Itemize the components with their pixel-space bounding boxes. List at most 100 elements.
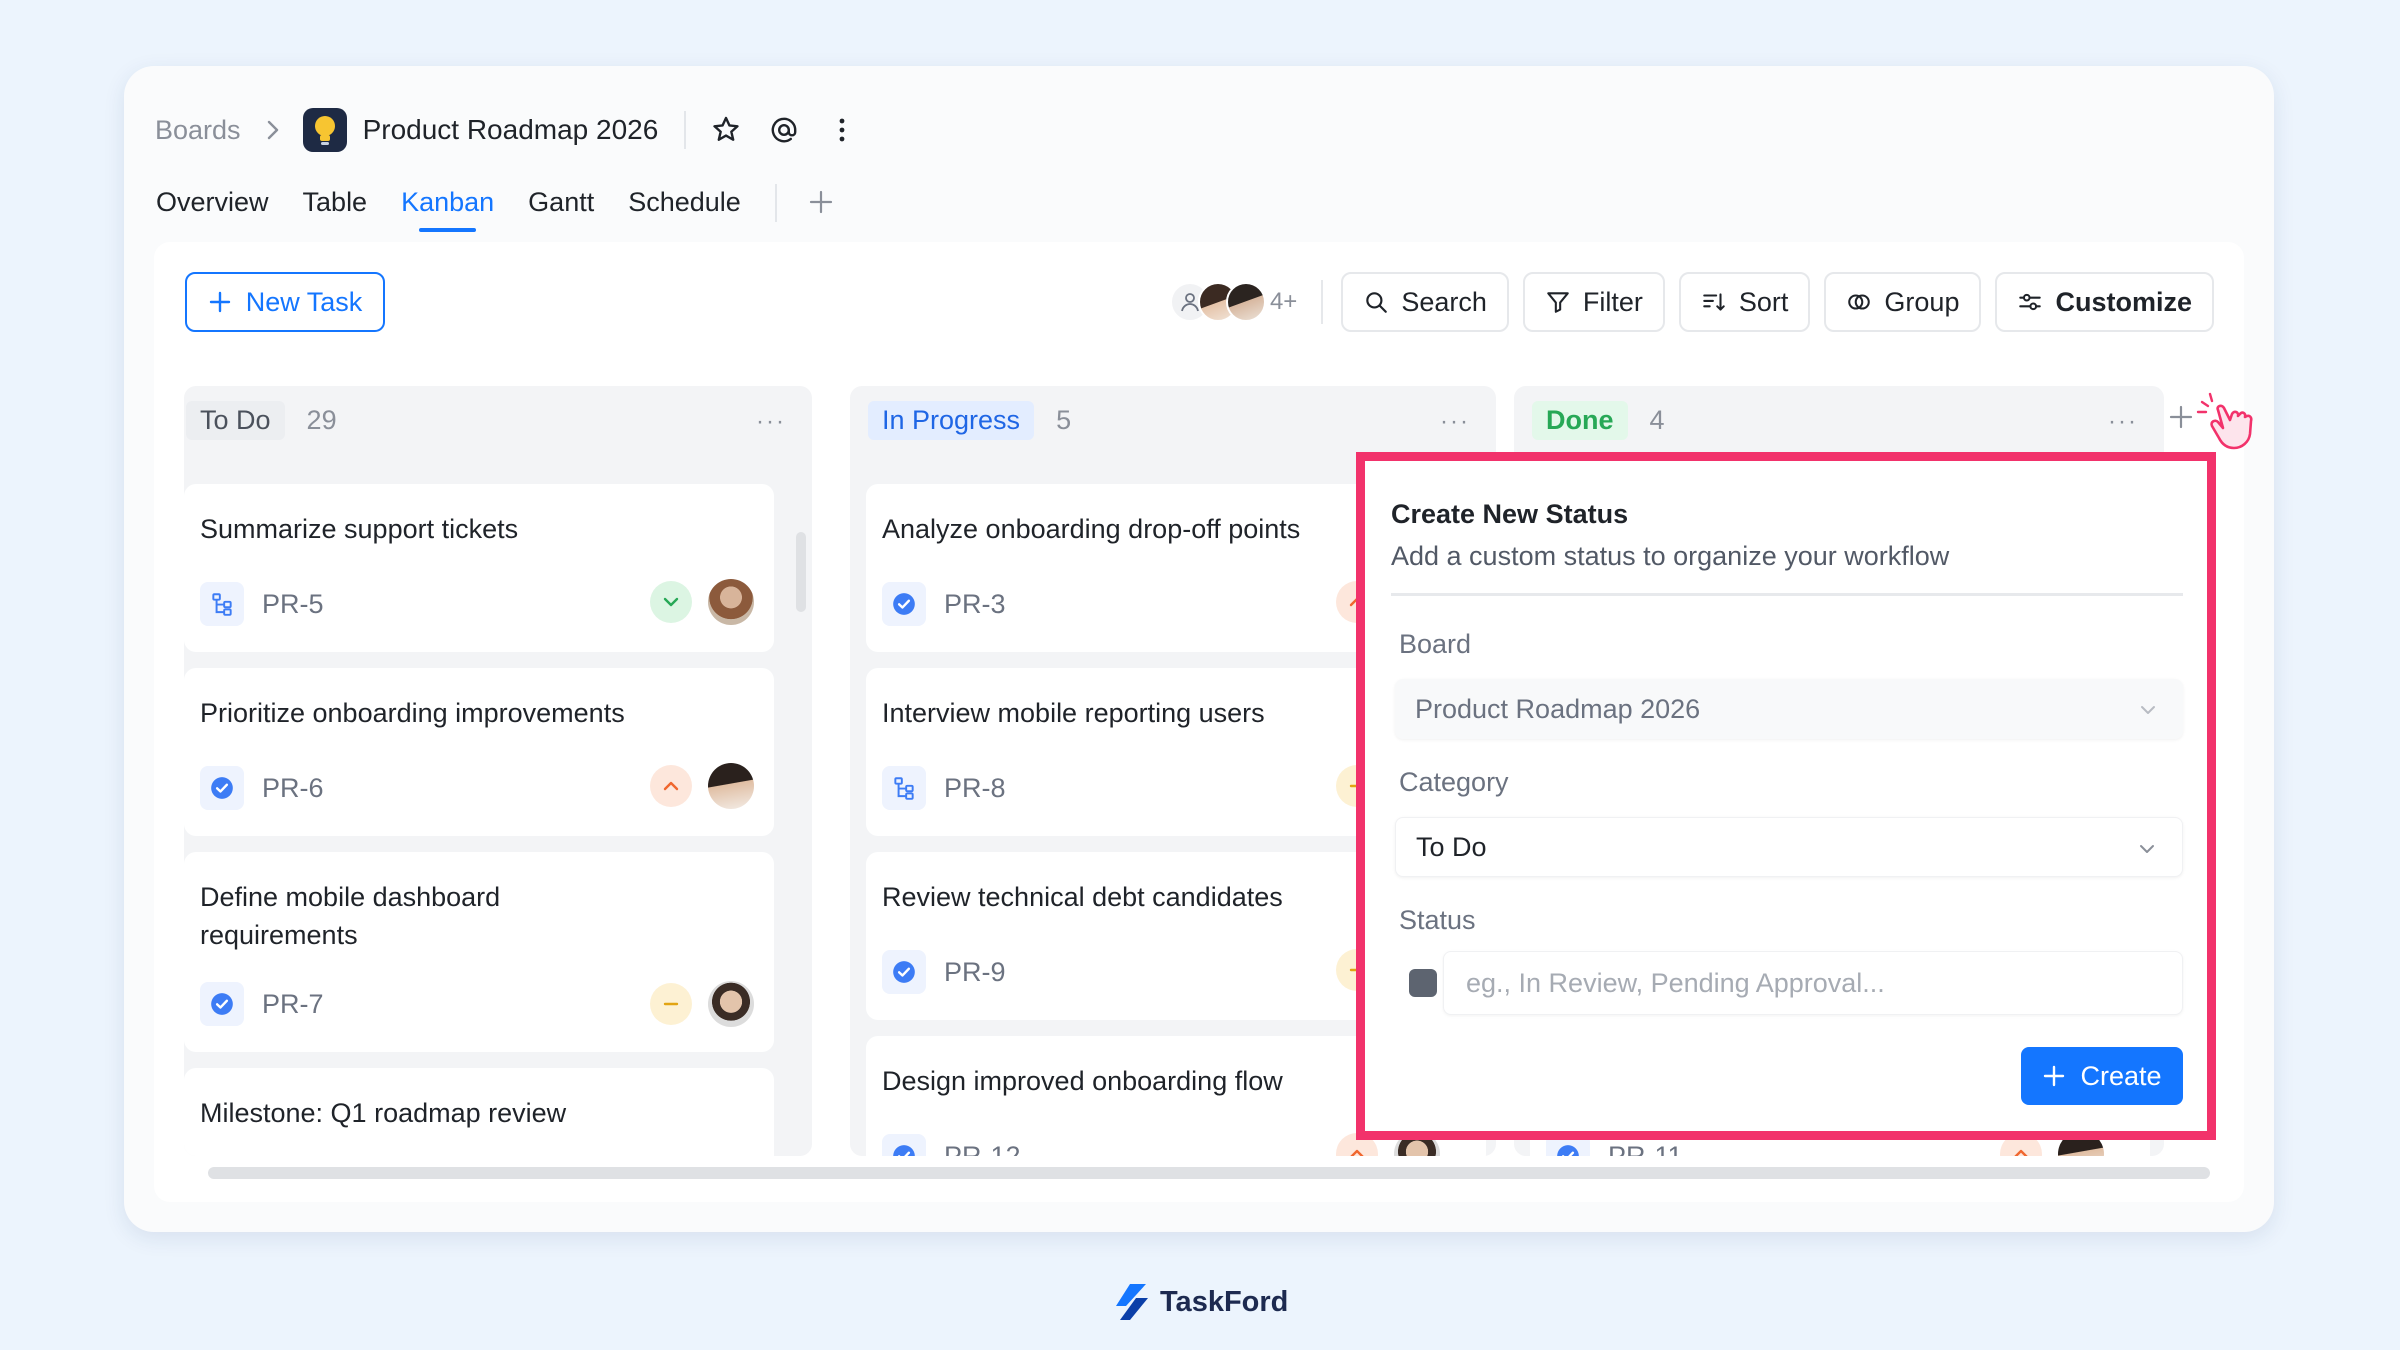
brand-footer: TaskFord <box>1112 1280 1288 1324</box>
plus-icon <box>2169 405 2193 429</box>
new-task-button[interactable]: New Task <box>185 272 385 332</box>
breadcrumb-boards[interactable]: Boards <box>155 115 241 146</box>
status-color-swatch[interactable] <box>1409 969 1437 997</box>
more-horizontal-icon[interactable]: ··· <box>2108 408 2138 436</box>
task-check-icon <box>882 950 926 994</box>
task-card[interactable]: Define mobile dashboard requirements PR-… <box>184 852 774 1052</box>
star-icon[interactable] <box>708 112 744 148</box>
more-vertical-icon[interactable] <box>824 112 860 148</box>
status-name-placeholder: eg., In Review, Pending Approval... <box>1466 967 1885 998</box>
card-footer: PR-9 <box>882 950 1006 994</box>
column-todo: To Do 29 ··· Summarize support tickets P… <box>184 386 812 1156</box>
priority-medium-icon[interactable] <box>650 983 692 1025</box>
assignee-avatar[interactable] <box>708 981 754 1027</box>
taskford-logo-icon <box>1116 1284 1148 1320</box>
filter-button[interactable]: Filter <box>1522 272 1665 332</box>
card-title: Review technical debt candidates <box>882 882 1283 912</box>
card-title: Define mobile dashboard requirements <box>200 882 501 950</box>
status-name-input[interactable]: eg., In Review, Pending Approval... <box>1443 951 2183 1015</box>
group-label: Group <box>1884 286 1960 317</box>
task-card[interactable]: Summarize support tickets PR-5 <box>184 484 774 652</box>
card-title: Milestone: Q1 roadmap review <box>200 1098 567 1128</box>
at-sign-icon[interactable] <box>766 112 802 148</box>
toolbar-divider <box>1321 280 1324 324</box>
column-header: Done 4 ··· <box>1514 386 2164 454</box>
task-id: PR-11 <box>1608 1140 1683 1157</box>
tabs-divider <box>774 184 777 222</box>
dialog-subtitle: Add a custom status to organize your wor… <box>1391 541 1950 571</box>
customize-label: Customize <box>2055 286 2192 317</box>
group-button[interactable]: Group <box>1824 272 1982 332</box>
search-button[interactable]: Search <box>1341 272 1509 332</box>
customize-button[interactable]: Customize <box>1995 272 2214 332</box>
chevron-down-icon <box>2140 845 2154 853</box>
board-title: Product Roadmap 2026 <box>362 114 659 145</box>
new-task-label: New Task <box>245 286 363 317</box>
task-id: PR-7 <box>262 988 324 1019</box>
task-check-icon <box>200 766 244 810</box>
add-view-icon[interactable] <box>801 182 841 222</box>
more-members-count[interactable]: 4+ <box>1270 288 1297 316</box>
sort-button[interactable]: Sort <box>1678 272 1811 332</box>
create-status-button[interactable]: Create <box>2021 1047 2183 1105</box>
column-count: 5 <box>1056 404 1072 435</box>
view-tabs: Overview Table Kanban Gantt Schedule <box>156 182 841 232</box>
column-scrollbar[interactable] <box>796 532 806 612</box>
status-pill[interactable]: Done <box>1532 400 1628 440</box>
card-title: Interview mobile reporting users <box>882 698 1265 728</box>
dialog-divider <box>1391 593 2183 596</box>
card-footer: PR-6 <box>200 766 324 810</box>
category-select[interactable]: To Do <box>1395 817 2183 877</box>
sort-icon <box>1703 293 1725 311</box>
group-icon <box>1848 294 1871 310</box>
status-pill[interactable]: To Do <box>186 400 285 440</box>
chevron-down-icon <box>2141 706 2155 714</box>
search-label: Search <box>1401 286 1487 317</box>
tab-schedule[interactable]: Schedule <box>628 182 741 232</box>
board-select[interactable]: Product Roadmap 2026 <box>1395 679 2183 739</box>
priority-high-icon[interactable] <box>650 765 692 807</box>
header-bar: Boards Product Roadmap 2026 <box>155 100 882 160</box>
task-id: PR-3 <box>944 588 1006 619</box>
status-pill[interactable]: In Progress <box>868 400 1035 440</box>
board-select-value: Product Roadmap 2026 <box>1415 693 1701 724</box>
tab-kanban[interactable]: Kanban <box>401 182 494 232</box>
tab-gantt[interactable]: Gantt <box>528 182 594 232</box>
priority-low-icon[interactable] <box>650 581 692 623</box>
task-check-icon <box>882 1134 926 1156</box>
card-footer: PR-5 <box>200 582 324 626</box>
add-status-button[interactable] <box>2162 388 2262 458</box>
card-footer: PR-12 <box>882 1134 1021 1156</box>
category-select-value: To Do <box>1416 831 1487 862</box>
task-check-icon <box>200 982 244 1026</box>
task-card[interactable]: Milestone: Q1 roadmap review <box>184 1068 774 1156</box>
column-count: 4 <box>1649 404 1665 435</box>
card-title: Design improved onboarding flow <box>882 1066 1283 1096</box>
sort-label: Sort <box>1738 286 1789 317</box>
task-id: PR-12 <box>944 1140 1021 1157</box>
dialog-title: Create New Status <box>1391 499 1629 529</box>
subtask-icon <box>200 582 244 626</box>
tab-overview[interactable]: Overview <box>156 182 269 232</box>
board-toolbar: 4+ Search Filter Sort Group Customize <box>1169 272 2214 332</box>
avatar <box>1225 282 1266 322</box>
subtask-icon <box>882 766 926 810</box>
category-label: Category <box>1399 767 1509 797</box>
task-id: PR-8 <box>944 772 1006 803</box>
more-horizontal-icon[interactable]: ··· <box>1440 408 1470 436</box>
sliders-icon <box>2019 293 2042 311</box>
assignee-avatar[interactable] <box>708 579 754 625</box>
chevron-right-icon <box>265 119 281 141</box>
board-label: Board <box>1399 629 1472 659</box>
brand-name: TaskFord <box>1160 1285 1289 1318</box>
member-avatars[interactable]: 4+ <box>1169 282 1297 322</box>
task-card[interactable]: Prioritize onboarding improvements PR-6 <box>184 668 774 836</box>
more-horizontal-icon[interactable]: ··· <box>756 408 786 436</box>
create-status-dialog: Create New Status Add a custom status to… <box>1356 452 2216 1140</box>
horizontal-scrollbar[interactable] <box>208 1167 2210 1179</box>
column-header: To Do 29 ··· <box>184 386 812 454</box>
assignee-avatar[interactable] <box>708 763 754 809</box>
card-title: Analyze onboarding drop-off points <box>882 514 1301 544</box>
column-count: 29 <box>306 404 337 435</box>
tab-table[interactable]: Table <box>303 182 368 232</box>
